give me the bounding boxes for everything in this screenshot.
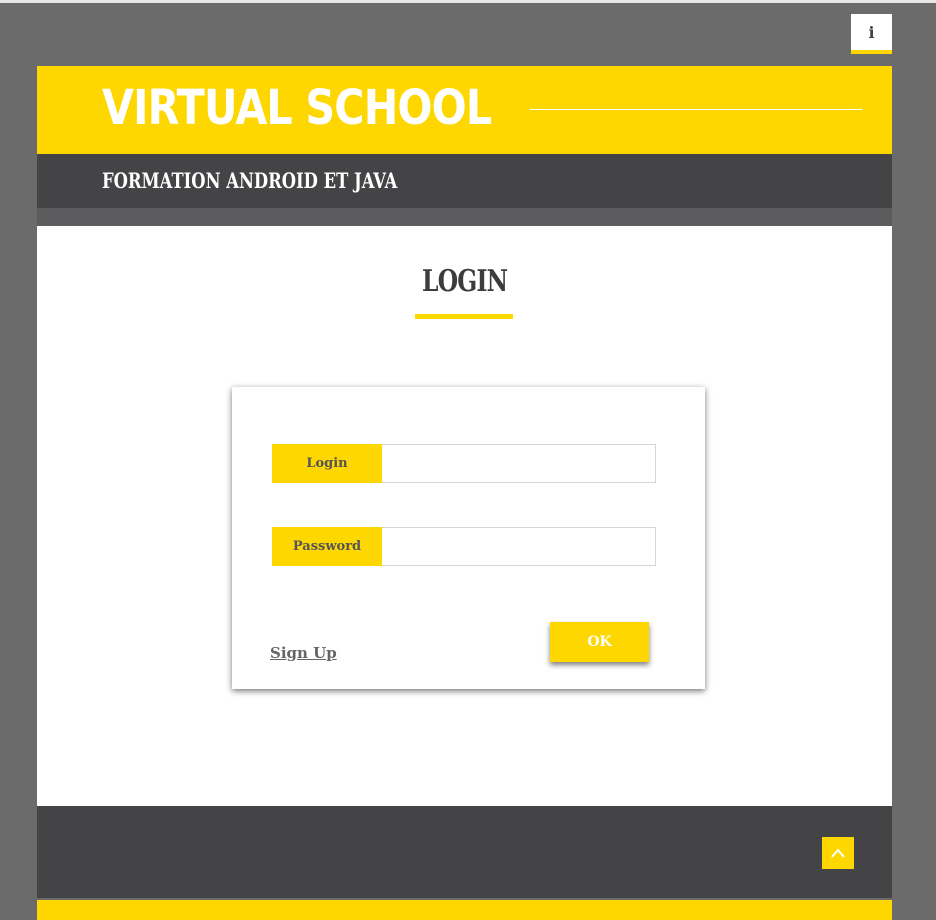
password-label: Password	[272, 527, 382, 566]
info-icon: i	[868, 22, 875, 42]
nav-strip	[37, 208, 892, 226]
header-banner: VIRTUAL SCHOOL	[37, 66, 892, 154]
login-row: Login	[272, 444, 656, 483]
ok-button[interactable]: OK	[550, 622, 649, 662]
site-subtitle: FORMATION ANDROID ET JAVA	[102, 168, 398, 193]
password-row: Password	[272, 527, 656, 566]
subtitle-bar: FORMATION ANDROID ET JAVA	[37, 154, 892, 208]
site-brand: VIRTUAL SCHOOL	[102, 80, 492, 136]
login-card: Login Password Sign Up OK	[232, 387, 705, 689]
password-input[interactable]	[382, 527, 656, 566]
header-divider	[530, 109, 862, 110]
back-to-top-button[interactable]	[822, 837, 854, 869]
login-input[interactable]	[382, 444, 656, 483]
page-title: LOGIN	[37, 264, 892, 299]
page-title-text: LOGIN	[421, 264, 508, 299]
footer	[37, 806, 892, 898]
main-content: LOGIN Login Password Sign Up OK	[37, 226, 892, 806]
title-underline	[415, 314, 513, 319]
info-button[interactable]: i	[851, 14, 892, 54]
chevron-up-icon	[831, 848, 845, 858]
bottom-bar	[37, 900, 892, 920]
signup-link[interactable]: Sign Up	[270, 644, 337, 662]
top-border	[0, 0, 936, 3]
login-label: Login	[272, 444, 382, 483]
